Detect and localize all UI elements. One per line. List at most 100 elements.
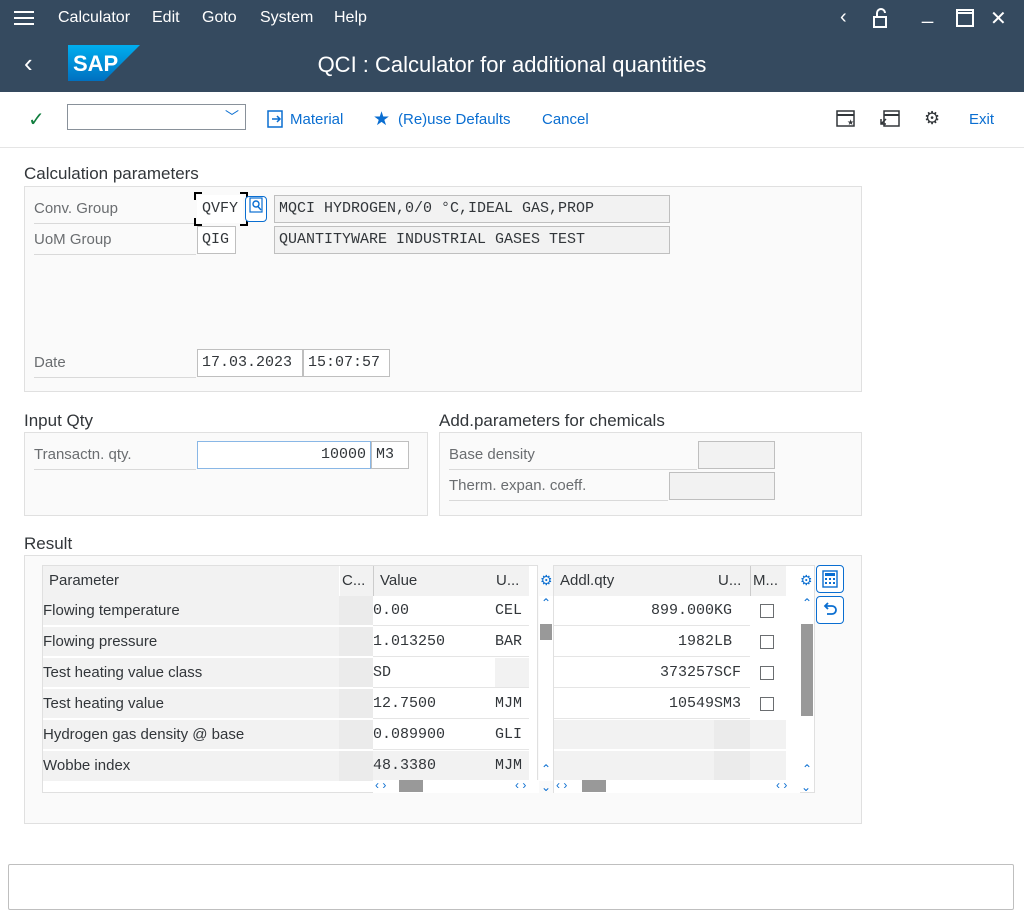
minimize-icon[interactable]: _ (922, 2, 933, 25)
menu-goto[interactable]: Goto (202, 9, 237, 27)
menu-system[interactable]: System (260, 9, 313, 27)
menu-icon[interactable] (14, 11, 34, 25)
undo-icon[interactable] (816, 596, 844, 624)
command-field[interactable]: ﹀ (67, 104, 246, 130)
settings-icon[interactable]: ⚙ (924, 108, 940, 129)
qty-hscrollbar[interactable]: ‹ › ‹ › (554, 778, 800, 793)
qty-value[interactable]: 373257 (554, 658, 714, 688)
search-help-icon[interactable] (245, 196, 267, 222)
input-qty-title: Input Qty (24, 411, 93, 430)
star-icon: ★ (373, 109, 391, 130)
params-vscrollbar[interactable]: ⌃ ⌃ (539, 596, 553, 781)
scroll-down-icon[interactable]: ⌄ (541, 780, 551, 794)
scroll-down-icon[interactable]: ⌄ (801, 780, 811, 794)
qty-unit[interactable]: SM3 (714, 689, 750, 719)
cancel-button[interactable]: Cancel (542, 111, 589, 128)
param-value[interactable]: 0.00 (373, 596, 495, 626)
therm-expan-field (669, 472, 775, 500)
qty-value[interactable]: 899.000 (554, 596, 714, 626)
scroll-left-icon[interactable]: ‹ › (556, 778, 567, 792)
param-unit[interactable]: BAR (495, 627, 529, 657)
empty-cell (714, 720, 750, 750)
scroll-down-icon[interactable]: ⌃ (802, 762, 812, 776)
param-value[interactable]: 12.7500 (373, 689, 495, 719)
transaction-qty-unit[interactable]: M3 (371, 441, 409, 469)
scroll-thumb[interactable] (540, 624, 552, 640)
header-c[interactable]: C... (339, 566, 373, 596)
param-unit[interactable]: GLI (495, 720, 529, 750)
param-unit[interactable]: CEL (495, 596, 529, 626)
material-button[interactable]: Material (290, 111, 343, 128)
scroll-thumb[interactable] (801, 624, 813, 716)
date-label: Date (34, 354, 196, 378)
transaction-qty-input[interactable]: 10000 (197, 441, 371, 469)
scroll-right-icon[interactable]: ‹ › (515, 778, 526, 792)
qty-checkbox[interactable] (760, 666, 774, 680)
date-field[interactable]: 17.03.2023 (197, 349, 303, 377)
header-value[interactable]: Value (373, 566, 495, 596)
scroll-right-icon[interactable]: ‹ › (776, 778, 787, 792)
params-hscrollbar[interactable]: ‹ › ‹ › (373, 778, 539, 793)
scroll-left-icon[interactable]: ‹ › (375, 778, 386, 792)
header-qty-unit[interactable]: U... (714, 566, 750, 596)
add-params-title: Add.parameters for chemicals (439, 411, 665, 430)
scroll-up-icon[interactable]: ⌃ (541, 596, 551, 610)
qty-value[interactable]: 10549 (554, 689, 714, 719)
window-arrow-icon[interactable] (880, 110, 900, 132)
focus-indicator (194, 192, 248, 226)
close-icon[interactable]: ✕ (990, 6, 1007, 31)
param-value[interactable]: 0.089900 (373, 720, 495, 750)
param-c (339, 627, 373, 657)
header-addl-qty[interactable]: Addl.qty (554, 566, 714, 596)
scroll-up-icon[interactable]: ⌃ (802, 596, 812, 610)
header-unit[interactable]: U... (495, 566, 529, 596)
param-value[interactable]: 48.3380 (373, 751, 495, 781)
param-c (339, 658, 373, 688)
base-density-field (698, 441, 775, 469)
qty-checkbox[interactable] (760, 697, 774, 711)
header-m[interactable]: M... (750, 566, 786, 596)
param-name: Hydrogen gas density @ base (43, 720, 339, 750)
menu-calculator[interactable]: Calculator (58, 9, 130, 27)
param-value[interactable]: SD (373, 658, 495, 688)
qty-checkbox[interactable] (760, 604, 774, 618)
window-star-icon[interactable]: ★ (836, 110, 856, 132)
exit-button[interactable]: Exit (969, 111, 994, 128)
time-field[interactable]: 15:07:57 (303, 349, 390, 377)
param-c (339, 720, 373, 750)
lock-icon[interactable] (870, 7, 892, 35)
chevron-down-icon[interactable]: ﹀ (225, 107, 239, 127)
param-unit[interactable]: MJM (495, 751, 529, 781)
add-params-group (439, 432, 862, 516)
conv-group-description: MQCI HYDROGEN,0/0 °C,IDEAL GAS,PROP (274, 195, 670, 223)
qty-unit[interactable]: SCF (714, 658, 750, 688)
table-settings-icon[interactable]: ⚙ (540, 572, 553, 589)
menu-edit[interactable]: Edit (152, 9, 180, 27)
reuse-defaults-button[interactable]: (Re)use Defaults (398, 111, 511, 128)
table-settings-icon[interactable]: ⚙ (800, 572, 813, 589)
qty-unit[interactable]: KG (714, 596, 750, 626)
qty-vscrollbar[interactable]: ⌃ ⌃ (800, 596, 814, 781)
scroll-thumb[interactable] (582, 780, 606, 792)
uom-group-input[interactable]: QIG (197, 226, 236, 254)
page-title: QCI : Calculator for additional quantiti… (317, 52, 707, 77)
material-icon (266, 109, 286, 133)
scroll-thumb[interactable] (399, 780, 423, 792)
qty-value[interactable]: 1982 (554, 627, 714, 657)
qty-checkbox[interactable] (760, 635, 774, 649)
qty-unit[interactable]: LB (714, 627, 750, 657)
menu-help[interactable]: Help (334, 9, 367, 27)
param-c (339, 596, 373, 626)
checkmark-icon[interactable]: ✓ (28, 107, 45, 132)
result-title: Result (24, 534, 73, 553)
param-unit[interactable]: MJM (495, 689, 529, 719)
empty-cell (750, 751, 786, 781)
uom-group-label: UoM Group (34, 231, 196, 255)
header-parameter[interactable]: Parameter (43, 566, 339, 596)
maximize-icon[interactable] (956, 9, 974, 33)
param-name: Flowing pressure (43, 627, 339, 657)
collapse-icon[interactable]: ‹ (840, 6, 847, 29)
param-value[interactable]: 1.013250 (373, 627, 495, 657)
calculator-icon[interactable] (816, 565, 844, 593)
scroll-down-icon[interactable]: ⌃ (541, 762, 551, 776)
